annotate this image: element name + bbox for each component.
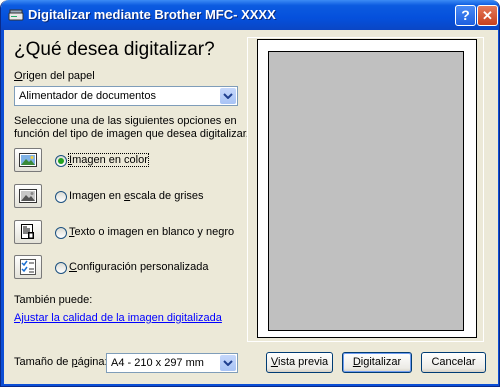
paper-source-label: Origen del papel — [14, 70, 95, 82]
option-text-label[interactable]: Texto o imagen en blanco y negro — [69, 226, 234, 238]
help-icon[interactable]: ? — [455, 5, 476, 26]
chevron-down-icon[interactable] — [220, 88, 236, 104]
title-bar[interactable]: Digitalizar mediante Brother MFC- XXXX ?… — [1, 0, 499, 30]
option-text-radio[interactable] — [55, 227, 67, 239]
scan-button[interactable]: Digitalizar — [342, 352, 412, 373]
chevron-down-icon[interactable] — [220, 355, 236, 371]
instructions-line-1: Seleccione una de las siguientes opcione… — [14, 115, 237, 127]
instructions-line-2: función del tipo de imagen que desea dig… — [14, 128, 249, 140]
page-size-label: Tamaño de página: — [14, 356, 108, 368]
grayscale-photo-button[interactable] — [14, 184, 42, 208]
option-color-radio[interactable] — [55, 155, 67, 167]
scan-dialog: Digitalizar mediante Brother MFC- XXXX ?… — [0, 0, 500, 387]
option-custom-label[interactable]: Configuración personalizada — [69, 261, 208, 273]
option-custom-radio[interactable] — [55, 262, 67, 274]
option-grayscale-radio[interactable] — [55, 191, 67, 203]
text-document-button[interactable] — [14, 220, 42, 244]
cancel-button[interactable]: Cancelar — [421, 352, 486, 373]
color-photo-button[interactable] — [14, 148, 42, 172]
color-photo-icon — [19, 153, 37, 167]
option-color-label[interactable]: Imagen en color — [68, 153, 149, 167]
preview-scan-area — [268, 51, 464, 331]
close-icon[interactable]: ✕ — [477, 5, 498, 26]
adjust-quality-link[interactable]: Ajustar la calidad de la imagen digitali… — [14, 312, 222, 324]
page-size-value: A4 - 210 x 297 mm — [111, 357, 204, 369]
also-label: También puede: — [14, 294, 93, 306]
text-document-icon — [21, 224, 34, 239]
scanner-icon — [8, 9, 24, 21]
page-size-select[interactable]: A4 - 210 x 297 mm — [106, 353, 238, 373]
paper-source-value: Alimentador de documentos — [19, 90, 156, 102]
custom-settings-icon — [20, 259, 36, 275]
window-title: Digitalizar mediante Brother MFC- XXXX — [28, 7, 276, 22]
custom-settings-button[interactable] — [14, 255, 42, 279]
preview-button[interactable]: Vista previa — [266, 352, 333, 373]
page-title: ¿Qué desea digitalizar? — [14, 39, 215, 60]
option-grayscale-label[interactable]: Imagen en escala de grises — [69, 190, 204, 202]
grayscale-photo-icon — [19, 189, 37, 203]
paper-source-select[interactable]: Alimentador de documentos — [14, 86, 238, 106]
